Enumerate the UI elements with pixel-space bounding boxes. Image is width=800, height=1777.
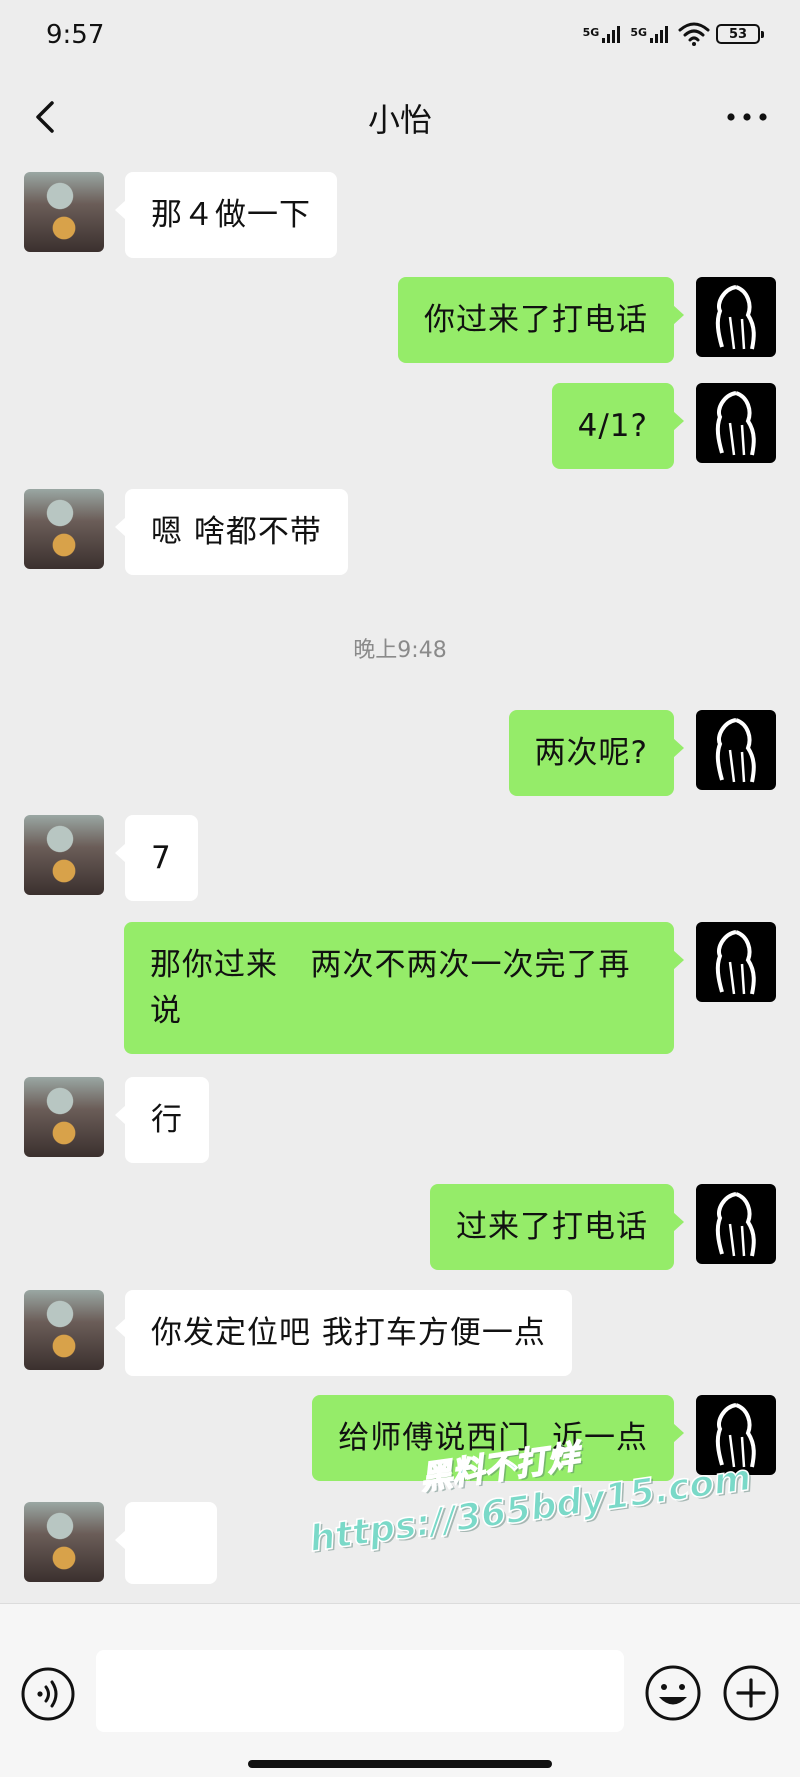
battery-icon: 53 — [716, 24, 764, 44]
message-bubble[interactable]: 行 — [115, 1077, 209, 1163]
cellular-signal-icon: 5G — [630, 25, 668, 43]
cellular-signal-icon: 5G — [582, 25, 621, 43]
avatar[interactable] — [696, 710, 776, 790]
timestamp-separator: 晚上9:48 — [353, 638, 447, 663]
battery-level: 53 — [728, 26, 748, 42]
avatar[interactable] — [696, 277, 776, 357]
chat-header: 小怡 — [0, 75, 800, 160]
message-bubble[interactable]: 过来了打电话 — [430, 1184, 684, 1270]
message-bubble[interactable] — [115, 1502, 217, 1658]
message-bubble[interactable]: 两次呢? — [508, 710, 685, 796]
avatar[interactable] — [24, 489, 104, 569]
voice-icon[interactable] — [20, 1666, 76, 1722]
plus-circle-icon[interactable] — [722, 1664, 780, 1722]
message-bubble[interactable]: 你发定位吧 我打车方便一点 — [115, 1290, 572, 1376]
avatar[interactable] — [24, 172, 104, 252]
avatar[interactable] — [696, 922, 776, 1002]
avatar[interactable] — [696, 383, 776, 463]
network-type-label: 5G — [630, 25, 647, 39]
message-bubble[interactable]: 7 — [115, 815, 198, 901]
wifi-icon — [678, 22, 710, 46]
emoji-icon[interactable] — [644, 1664, 702, 1722]
status-bar: 9:57 5G 5G 53 — [0, 0, 800, 75]
message-bubble[interactable]: 那你过来 两次不两次一次完了再说 — [124, 922, 684, 1054]
avatar[interactable] — [696, 1395, 776, 1475]
message-bubble[interactable]: 你过来了打电话 — [398, 277, 684, 363]
chat-title: 小怡 — [367, 101, 432, 139]
avatar[interactable] — [24, 1077, 104, 1157]
home-indicator[interactable] — [248, 1760, 552, 1768]
status-icons: 5G 5G 53 — [582, 22, 764, 46]
message-input[interactable] — [96, 1650, 624, 1732]
avatar[interactable] — [24, 1502, 104, 1582]
message-bubble[interactable]: 嗯 啥都不带 — [115, 489, 348, 575]
message-bubble[interactable]: 给师傅说西门 近一点 — [312, 1395, 684, 1481]
avatar[interactable] — [24, 1290, 104, 1370]
message-bubble[interactable]: 那４做一下 — [115, 172, 337, 258]
avatar[interactable] — [696, 1184, 776, 1264]
network-type-label: 5G — [582, 25, 600, 39]
chat-input-bar — [0, 1603, 800, 1777]
avatar[interactable] — [24, 815, 104, 895]
chat-screen: 9:57 5G 5G 53 小怡 那４做一下 你过来了打电话 4/1? 嗯 啥都… — [0, 0, 800, 1777]
message-bubble[interactable]: 4/1? — [551, 383, 685, 469]
status-time: 9:57 — [46, 20, 105, 50]
more-horizontal-icon[interactable] — [724, 101, 770, 133]
